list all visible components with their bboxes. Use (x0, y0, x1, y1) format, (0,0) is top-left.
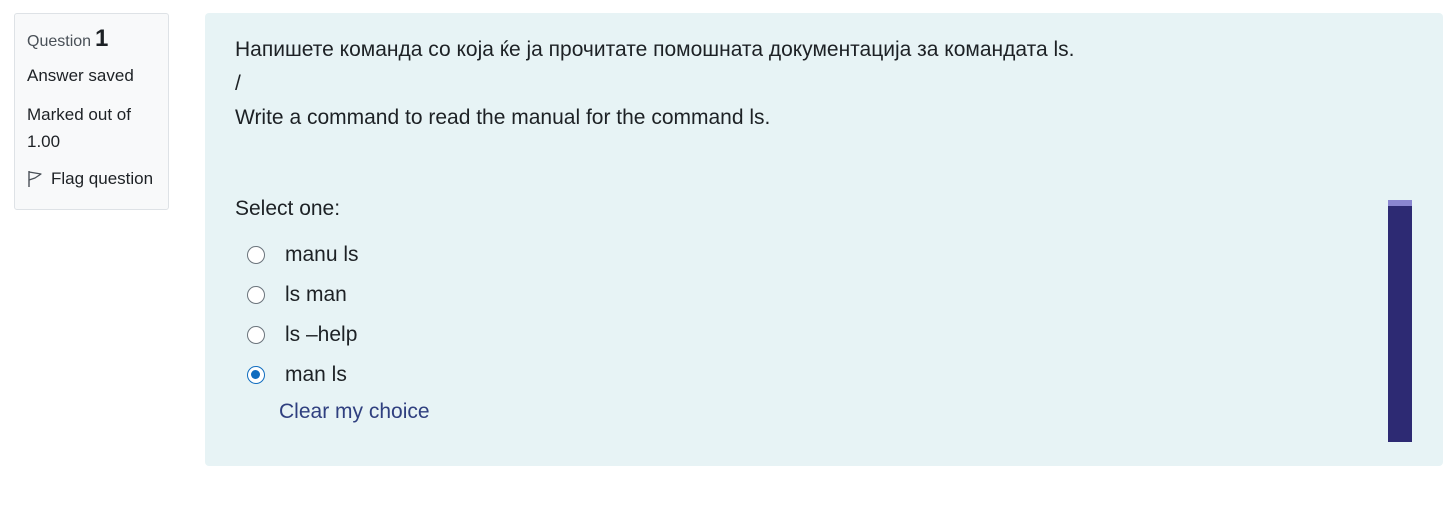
question-text-macedonian: Напишете команда со која ќе ја прочитате… (235, 38, 1075, 61)
answer-state: Answer saved (27, 66, 134, 85)
question-number-heading: Question 1 (27, 24, 156, 57)
clear-choice-link[interactable]: Clear my choice (279, 400, 430, 424)
question-info-panel: Question 1 Answer saved Marked out of 1.0… (14, 13, 169, 210)
flag-question-button[interactable]: Flag question (27, 169, 156, 189)
scrollbar[interactable] (1388, 200, 1412, 442)
question-number: 1 (95, 25, 109, 52)
question-label: Question (27, 33, 92, 50)
question-text: Напишете команда со која ќе ја прочитате… (235, 33, 1075, 135)
radio-button[interactable] (247, 246, 265, 264)
answer-options: manu ls ls man ls –help man ls (247, 235, 359, 395)
answer-option-label: man ls (285, 363, 347, 386)
question-text-separator: / (235, 72, 241, 95)
answer-option-man-ls[interactable]: man ls (247, 355, 359, 395)
radio-button-selected[interactable] (247, 366, 265, 384)
grade-info: Marked out of 1.00 (27, 105, 131, 151)
flag-question-label: Flag question (51, 169, 154, 188)
question-text-english: Write a command to read the manual for t… (235, 106, 771, 129)
flag-icon (28, 171, 42, 187)
answer-option-label: ls –help (285, 323, 358, 346)
answer-option-label: manu ls (285, 243, 359, 266)
answer-option-ls-man[interactable]: ls man (247, 275, 359, 315)
radio-button[interactable] (247, 326, 265, 344)
select-one-prompt: Select one: (235, 197, 341, 220)
question-content: Напишете команда со која ќе ја прочитате… (205, 13, 1443, 466)
answer-option-label: ls man (285, 283, 347, 306)
answer-option-ls-help[interactable]: ls –help (247, 315, 359, 355)
scrollbar-thumb-edge (1388, 200, 1412, 206)
answer-option-manu-ls[interactable]: manu ls (247, 235, 359, 275)
radio-button[interactable] (247, 286, 265, 304)
